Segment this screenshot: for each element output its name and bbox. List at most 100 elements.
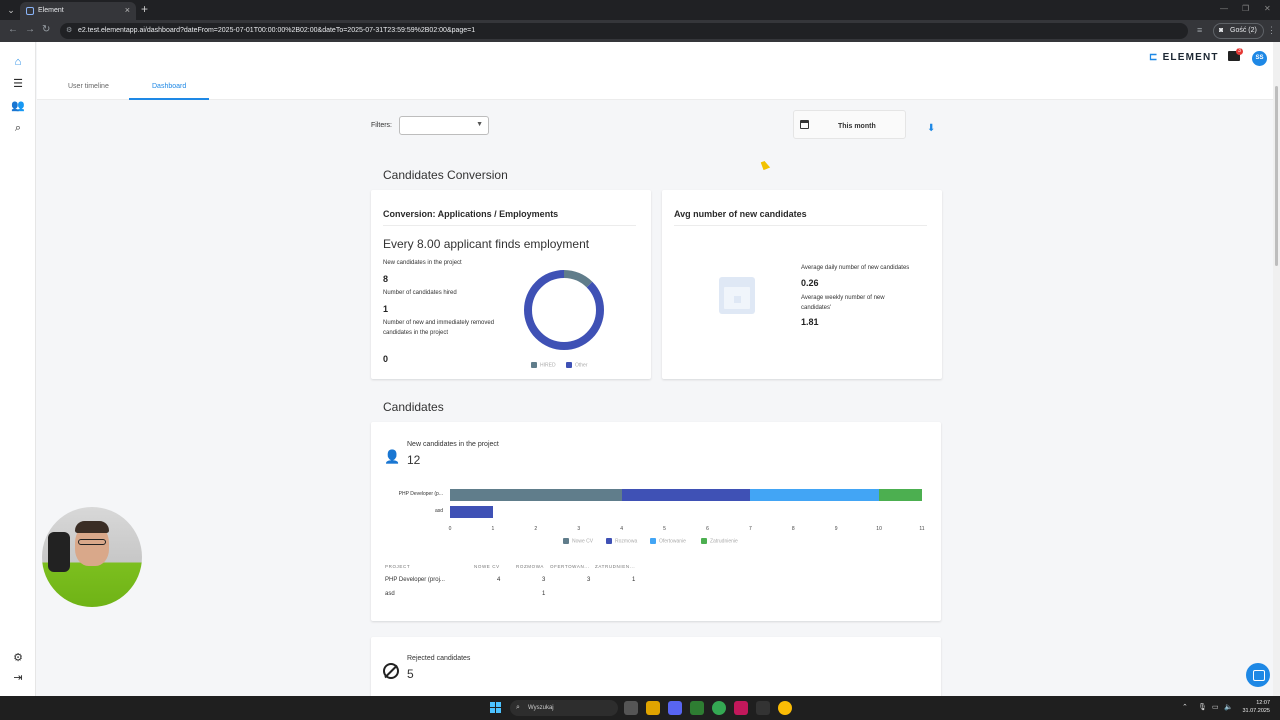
calendar-icon (719, 277, 755, 314)
clock-time: 12:07 (1256, 700, 1270, 706)
back-icon[interactable]: ← (8, 24, 18, 35)
divider (674, 225, 927, 226)
logo-text: ELEMENT (1162, 52, 1219, 63)
person-hair (75, 521, 109, 533)
clock-date: 31.07.2025 (1242, 708, 1270, 714)
legend-label: Other (575, 362, 588, 369)
element-logo[interactable]: ⊏ ELEMENT (1149, 52, 1219, 63)
widget-app-icon[interactable] (646, 701, 660, 715)
start-tile (490, 702, 495, 707)
site-info-icon[interactable]: ⚙ (66, 23, 72, 39)
profile-icon: ◙ (1219, 27, 1224, 34)
legend-label: Nowe CV (572, 538, 594, 545)
bar-segment[interactable] (879, 489, 922, 501)
guest-profile-button[interactable]: ◙ Gość (2) (1213, 23, 1264, 39)
bar-label: asd (434, 508, 443, 514)
tray-chevron-icon[interactable]: ⌃ (1182, 703, 1188, 711)
browser-tab[interactable]: Element × (20, 2, 136, 20)
bar-segment[interactable] (750, 489, 880, 501)
system-clock[interactable]: 12:07 31.07.2025 (1236, 699, 1270, 715)
x-tick-label: 8 (791, 526, 795, 532)
search-icon: ⌕ (516, 704, 520, 711)
minimize-icon[interactable]: — (1220, 4, 1228, 13)
table-header[interactable]: ZATRUDNIEN... (595, 564, 635, 569)
new-tab-button[interactable]: + (141, 2, 148, 16)
conversion-donut-chart (524, 270, 604, 350)
address-bar[interactable]: ⚙ e2.test.elementapp.ai/dashboard?dateFr… (60, 23, 1188, 39)
bar-segment[interactable] (621, 489, 751, 501)
bar-segment[interactable] (450, 506, 493, 518)
restore-icon[interactable]: ❐ (1242, 4, 1249, 13)
tab-close-icon[interactable]: × (125, 5, 130, 15)
tab-search-icon[interactable]: ⌄ (4, 3, 18, 17)
network-icon[interactable]: ▭ (1212, 703, 1219, 711)
app-icon[interactable] (690, 701, 704, 715)
table-header[interactable]: PROJECT (385, 564, 410, 569)
avatar[interactable]: SS (1252, 51, 1267, 66)
microphone-icon[interactable]: 🎙 (1198, 703, 1207, 711)
scrollbar-thumb[interactable] (1275, 86, 1278, 266)
logout-icon[interactable]: ⇥ (10, 670, 26, 686)
rejected-value: 5 (407, 667, 414, 681)
search-placeholder: Wyszukaj (528, 705, 554, 711)
candidates-card: 👤 New candidates in the project 12 PHP D… (371, 422, 941, 621)
cast-icon[interactable]: ≡ (1197, 25, 1202, 35)
legend-ofertowanie: Ofertowanie (650, 538, 686, 544)
home-icon[interactable]: ⌂ (10, 54, 26, 70)
download-icon[interactable]: ⬇ (927, 123, 935, 134)
app-icon[interactable] (734, 701, 748, 715)
x-tick-label: 1 (491, 526, 495, 532)
conversion-card: Conversion: Applications / Employments E… (371, 190, 651, 379)
x-tick-label: 10 (876, 526, 882, 532)
windows-start-icon[interactable] (490, 702, 502, 714)
table-header[interactable]: NOWE CV (474, 564, 500, 569)
filters-select[interactable]: ▼ (399, 116, 489, 135)
mail-badge: 3 (1236, 48, 1243, 55)
tab-title: Element (38, 7, 64, 14)
legend-label: Ofertowanie (659, 538, 686, 545)
date-range-button[interactable]: This month (793, 110, 906, 139)
taskbar-search[interactable]: ⌕ Wyszukaj (510, 700, 618, 716)
browser-tabstrip: ⌄ Element × + — ❐ ✕ (0, 0, 1280, 20)
list-icon[interactable]: ☰ (10, 76, 26, 92)
chat-button[interactable] (1246, 663, 1270, 687)
chrome-icon[interactable] (712, 701, 726, 715)
url-text: e2.test.elementapp.ai/dashboard?dateFrom… (78, 27, 476, 34)
tab-favicon-icon (26, 7, 34, 15)
people-icon[interactable]: 👥 (10, 98, 26, 114)
speaker-icon[interactable]: 🔈 (1224, 703, 1233, 711)
app-icon[interactable] (756, 701, 770, 715)
daily-label: Average daily number of new candidates (801, 265, 910, 271)
tab-dashboard[interactable]: Dashboard (152, 83, 186, 90)
x-tick-label: 4 (620, 526, 624, 532)
app: ⌂ ☰ 👥 ⌕ ⚙ ⇥ ⊏ ELEMENT 3 SS User timeline… (0, 42, 1280, 707)
chrome-icon[interactable] (778, 701, 792, 715)
webcam-overlay (42, 507, 142, 607)
weekly-value: 1.81 (801, 317, 819, 327)
search-candidates-icon[interactable]: ⌕ (10, 120, 26, 136)
forward-icon[interactable]: → (25, 24, 35, 35)
discord-app-icon[interactable] (668, 701, 682, 715)
taskbar: ⌕ Wyszukaj ⌃ 🎙 ▭ 🔈 12:07 31.07.2025 (0, 696, 1280, 720)
table-header[interactable]: ROZMOWA (516, 564, 544, 569)
reload-icon[interactable]: ↻ (42, 24, 50, 35)
legend-swatch (563, 538, 569, 544)
legend-label: Rozmowa (615, 538, 638, 545)
window-close-icon[interactable]: ✕ (1264, 4, 1271, 13)
page-tabs: User timeline Dashboard (37, 74, 1273, 100)
settings-icon[interactable]: ⚙ (10, 650, 26, 666)
avg-card: Avg number of new candidates Average dai… (662, 190, 942, 379)
active-tab-indicator (129, 98, 209, 100)
bar-segment[interactable] (450, 489, 622, 501)
table-header[interactable]: OFERTOWAN... (550, 564, 590, 569)
chair (48, 532, 70, 572)
x-tick-label: 11 (919, 526, 925, 532)
daily-value: 0.26 (801, 278, 819, 288)
bar-label: PHP Developer (p... (398, 491, 443, 497)
table-cell: 4 (497, 577, 501, 583)
start-tile (490, 708, 495, 713)
task-view-icon[interactable] (624, 701, 638, 715)
tab-user-timeline[interactable]: User timeline (68, 83, 109, 90)
menu-icon[interactable]: ⋮ (1267, 25, 1276, 36)
table-cell: 3 (542, 577, 546, 583)
